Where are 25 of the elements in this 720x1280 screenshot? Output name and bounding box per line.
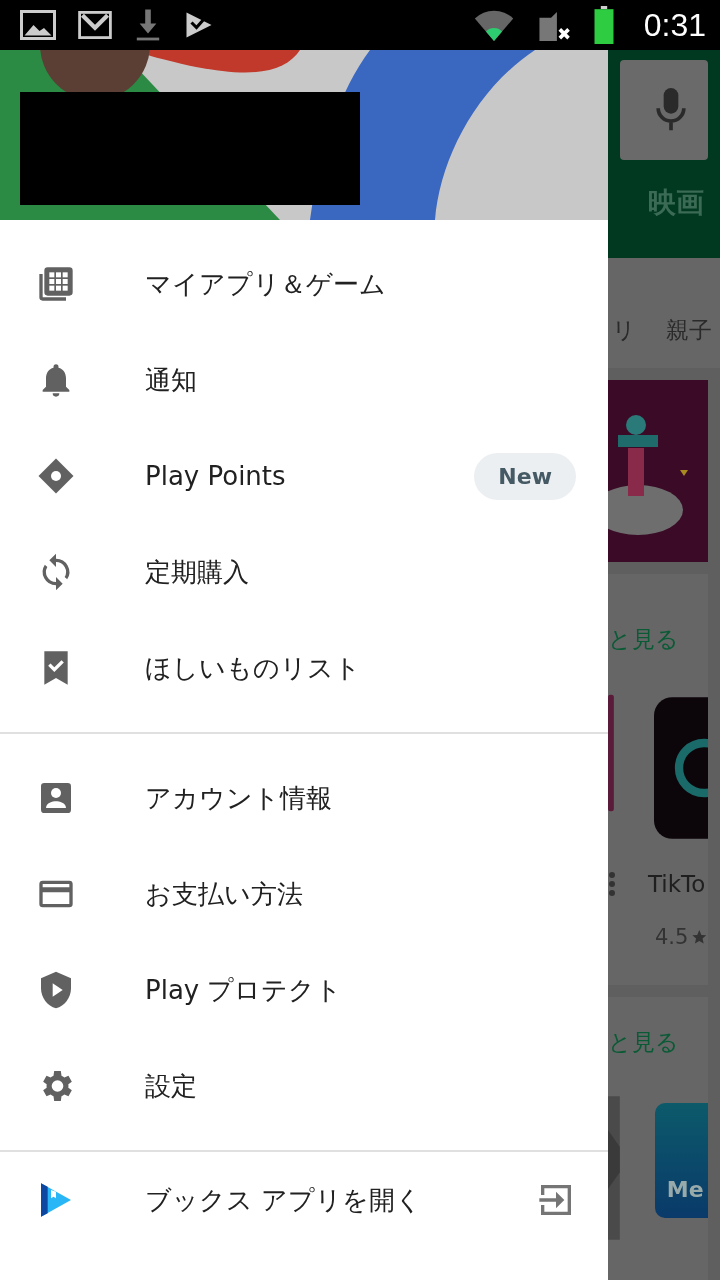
image-icon xyxy=(20,10,56,40)
more-vertical-icon xyxy=(608,871,616,897)
menu-item[interactable]: 定期購入 xyxy=(0,524,608,620)
new-badge: New xyxy=(474,452,576,500)
menu-item[interactable]: 設定 xyxy=(0,1038,608,1134)
menu-item[interactable]: 通知 xyxy=(0,332,608,428)
menu-item[interactable]: お支払い方法 xyxy=(0,846,608,942)
menu-item[interactable]: Play プロテクト xyxy=(0,942,608,1038)
apps-grid-icon xyxy=(36,264,76,304)
app-logo-text: Me xyxy=(666,1177,704,1202)
menu-item[interactable]: マイアプリ＆ゲーム xyxy=(0,236,608,332)
mail-icon xyxy=(78,11,112,39)
check-tag-icon xyxy=(184,10,214,40)
wifi-icon xyxy=(473,9,514,41)
menu-item[interactable]: ブックス アプリを開く xyxy=(0,1152,608,1248)
menu-item[interactable]: ほしいものリスト xyxy=(0,620,608,716)
clock: 0:31 xyxy=(643,6,706,44)
mic-icon xyxy=(654,88,688,132)
star-icon xyxy=(691,928,708,946)
app-name: TikTo xyxy=(648,871,706,897)
menu-item[interactable]: Play Points New xyxy=(0,428,608,524)
menu-item[interactable]: アカウント情報 xyxy=(0,750,608,846)
battery-icon xyxy=(593,6,614,44)
download-icon xyxy=(134,8,162,42)
diamond-icon xyxy=(36,456,76,496)
